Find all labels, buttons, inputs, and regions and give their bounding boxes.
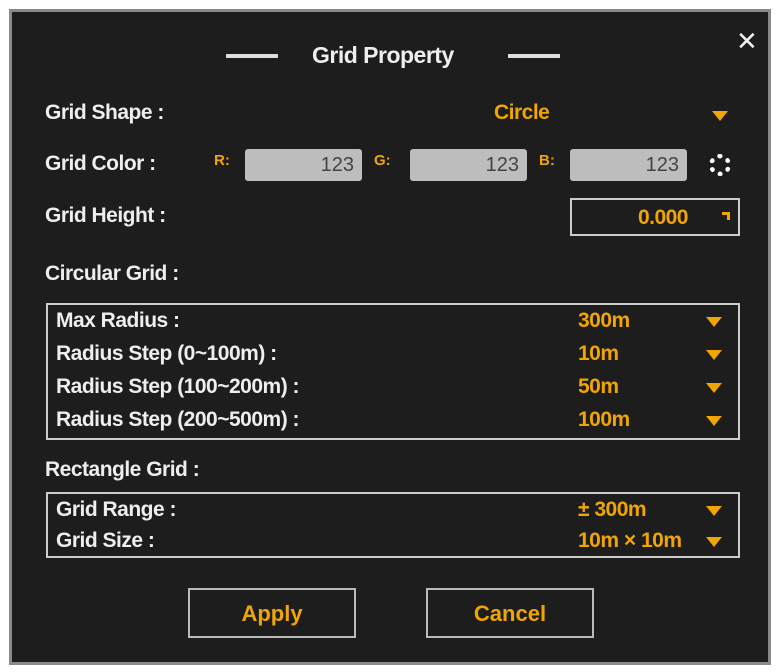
radius-step-100-200-row[interactable]: Radius Step (100~200m) : 50m [56,373,730,403]
title-dash-right [508,54,560,58]
grid-height-label: Grid Height : [45,204,166,227]
cancel-button[interactable]: Cancel [426,588,594,638]
grid-height-input[interactable]: 0.000 [570,198,740,236]
row-value: ± 300m [578,498,647,521]
row-label: Grid Range : [56,498,177,521]
row-label: Grid Size : [56,529,155,552]
row-label: Radius Step (100~200m) : [56,375,300,398]
row-value: 10m [578,342,619,365]
chevron-down-icon [706,506,722,516]
row-value: 300m [578,309,630,332]
title-dash-left [226,54,278,58]
g-label: G: [374,152,391,169]
r-label: R: [214,152,230,169]
grid-shape-value: Circle [494,101,550,124]
row-label: Max Radius : [56,309,180,332]
row-label: Radius Step (200~500m) : [56,408,300,431]
g-input[interactable]: 123 [410,149,527,181]
chevron-down-icon [712,111,728,121]
chevron-down-icon [706,383,722,393]
row-value: 50m [578,375,619,398]
grid-shape-dropdown[interactable]: Circle [482,98,742,130]
apply-button[interactable]: Apply [188,588,356,638]
grid-height-value: 0.000 [637,206,689,229]
grid-shape-label: Grid Shape : [45,101,164,124]
row-value: 100m [578,408,630,431]
chevron-down-icon [706,537,722,547]
color-picker-icon[interactable] [709,154,731,176]
grid-size-row[interactable]: Grid Size : 10m × 10m [56,527,730,557]
row-value: 10m × 10m [578,529,682,552]
r-input[interactable]: 123 [245,149,362,181]
grid-range-row[interactable]: Grid Range : ± 300m [56,496,730,526]
radius-step-200-500-row[interactable]: Radius Step (200~500m) : 100m [56,406,730,436]
b-label: B: [539,152,555,169]
row-label: Radius Step (0~100m) : [56,342,277,365]
grid-property-dialog: Grid Property ✕ Grid Shape : Circle Grid… [9,9,771,665]
dialog-title: Grid Property [312,42,454,68]
b-input[interactable]: 123 [570,149,687,181]
close-icon[interactable]: ✕ [736,26,758,57]
chevron-down-icon [706,350,722,360]
radius-step-0-100-row[interactable]: Radius Step (0~100m) : 10m [56,340,730,370]
chevron-down-icon [706,416,722,426]
grid-color-label: Grid Color : [45,152,156,175]
rectangle-grid-box: Grid Range : ± 300m Grid Size : 10m × 10m [46,492,740,558]
circular-grid-label: Circular Grid : [45,262,179,285]
max-radius-row[interactable]: Max Radius : 300m [56,307,730,337]
rectangle-grid-label: Rectangle Grid : [45,458,200,481]
circular-grid-box: Max Radius : 300m Radius Step (0~100m) : 1… [46,303,740,440]
chevron-down-icon [706,317,722,327]
resize-icon [722,212,730,220]
